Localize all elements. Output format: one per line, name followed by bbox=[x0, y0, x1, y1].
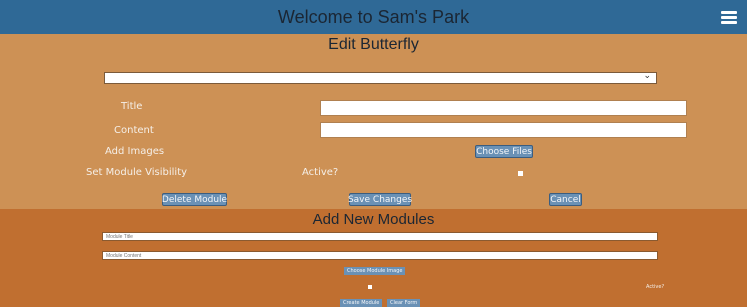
add-heading: Add New Modules bbox=[312, 210, 435, 228]
hamburger-bar bbox=[721, 21, 737, 24]
choose-module-image-button[interactable]: Choose Module Image bbox=[344, 267, 406, 275]
new-module-active-checkbox[interactable] bbox=[368, 285, 372, 289]
top-header: Welcome to Sam's Park bbox=[0, 0, 747, 34]
save-changes-button[interactable]: Save Changes bbox=[348, 193, 412, 206]
title-label: Title bbox=[121, 101, 143, 112]
chevron-down-icon: ⌄ bbox=[643, 71, 651, 81]
hamburger-menu-icon[interactable] bbox=[721, 11, 737, 24]
content-label: Content bbox=[114, 125, 154, 136]
module-select[interactable]: ⌄ bbox=[104, 71, 657, 84]
hamburger-bar bbox=[721, 11, 737, 14]
edit-module-section: Edit Butterfly ⌄ Title Content Add Image… bbox=[0, 34, 747, 209]
add-module-section: Add New Modules Choose Module Image Acti… bbox=[0, 209, 747, 307]
delete-module-button[interactable]: Delete Module bbox=[162, 193, 227, 206]
choose-files-button[interactable]: Choose Files bbox=[475, 145, 533, 158]
active-label: Active? bbox=[302, 167, 339, 178]
module-content-input[interactable] bbox=[102, 251, 658, 260]
create-module-button[interactable]: Create Module bbox=[340, 299, 383, 307]
site-title: Welcome to Sam's Park bbox=[277, 6, 470, 27]
new-module-active-label: Active? bbox=[646, 284, 665, 290]
hamburger-bar bbox=[721, 16, 737, 19]
clear-form-button[interactable]: Clear Form bbox=[387, 299, 421, 307]
active-checkbox[interactable] bbox=[518, 171, 523, 176]
cancel-button[interactable]: Cancel bbox=[549, 193, 582, 206]
content-field[interactable] bbox=[320, 122, 687, 138]
add-images-label: Add Images bbox=[105, 146, 165, 157]
module-title-input[interactable] bbox=[102, 232, 658, 241]
title-field[interactable] bbox=[320, 100, 687, 116]
edit-heading: Edit Butterfly bbox=[328, 36, 419, 53]
visibility-label: Set Module Visibility bbox=[86, 167, 188, 178]
